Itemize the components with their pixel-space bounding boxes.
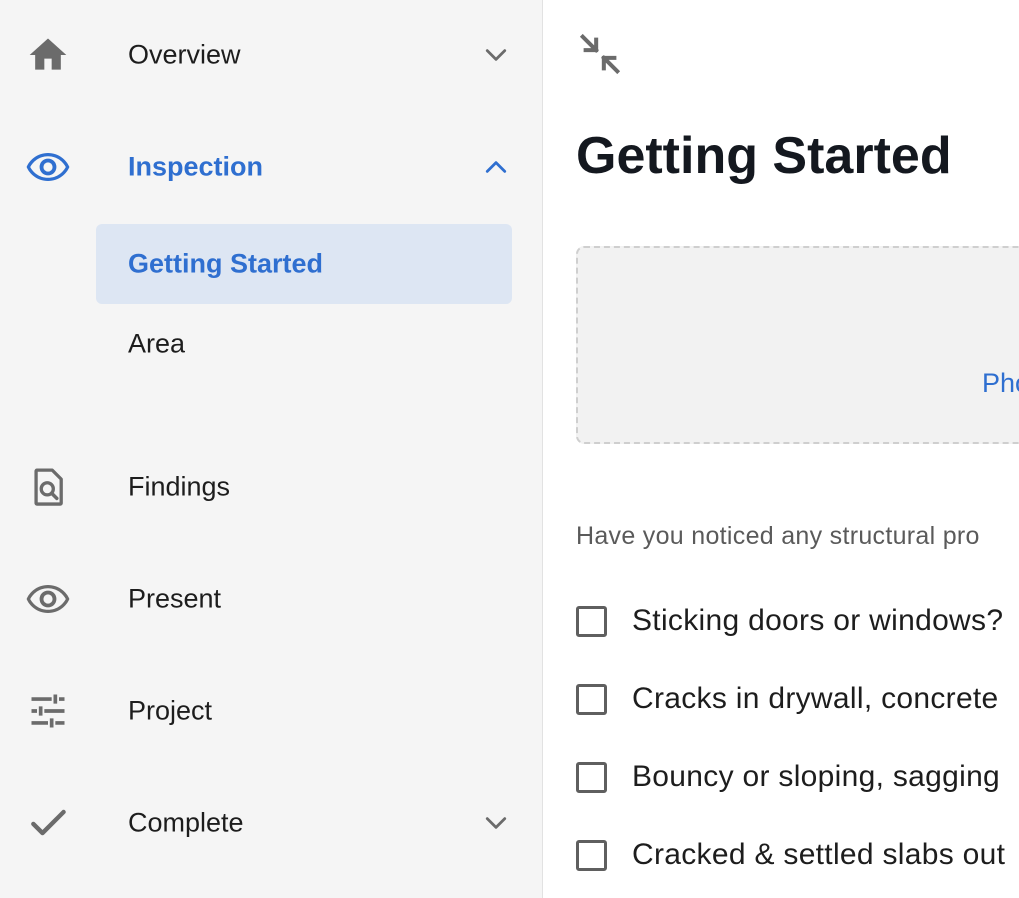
dropzone-link[interactable]: Pho [982,368,1019,399]
sidebar-item-label: Overview [128,39,241,70]
sidebar-subitem-label: Area [128,328,186,359]
sidebar-subitem-area[interactable]: Area [96,304,512,384]
checkbox-label: Cracked & settled slabs out [632,838,1006,871]
eye-icon [24,143,72,191]
sidebar-item-findings[interactable]: Findings [0,447,543,527]
home-icon [24,31,72,79]
sidebar-item-label: Complete [128,807,244,838]
sidebar-item-complete[interactable]: Complete [0,783,543,863]
checkbox[interactable] [576,840,607,871]
question-text: Have you noticed any structural pro [576,522,980,550]
sidebar-item-label: Present [128,583,222,614]
collapse-button[interactable] [574,30,626,82]
chevron-up-icon[interactable] [478,149,514,185]
checkbox[interactable] [576,606,607,637]
checkbox-label: Sticking doors or windows? [632,604,1004,637]
eye-icon [24,575,72,623]
sidebar-item-label: Inspection [128,151,264,182]
chevron-down-icon[interactable] [478,37,514,73]
checkbox[interactable] [576,684,607,715]
app-window: Overview Inspection Getting Started Area [0,0,1019,898]
sidebar-item-overview[interactable]: Overview [0,15,543,95]
checkmark-icon [24,799,72,847]
chevron-down-icon[interactable] [478,805,514,841]
sidebar-item-present[interactable]: Present [0,559,543,639]
sidebar-subitem-getting-started[interactable]: Getting Started [96,224,512,304]
sidebar-item-project[interactable]: Project [0,671,543,751]
checkbox-label: Bouncy or sloping, sagging [632,760,1001,793]
photo-dropzone[interactable]: Pho [576,246,1019,444]
document-search-icon [24,463,72,511]
main-content: Getting Started Pho Have you noticed any… [544,0,1019,898]
checkbox-label: Cracks in drywall, concrete [632,682,999,715]
sidebar-item-inspection[interactable]: Inspection [0,127,543,207]
tune-sliders-icon [24,687,72,735]
sidebar: Overview Inspection Getting Started Area [0,0,543,898]
sidebar-subitem-label: Getting Started [128,248,324,279]
checkbox[interactable] [576,762,607,793]
sidebar-item-label: Findings [128,471,231,502]
sidebar-item-label: Project [128,695,213,726]
page-title: Getting Started [576,127,952,185]
collapse-arrows-icon [577,31,623,82]
